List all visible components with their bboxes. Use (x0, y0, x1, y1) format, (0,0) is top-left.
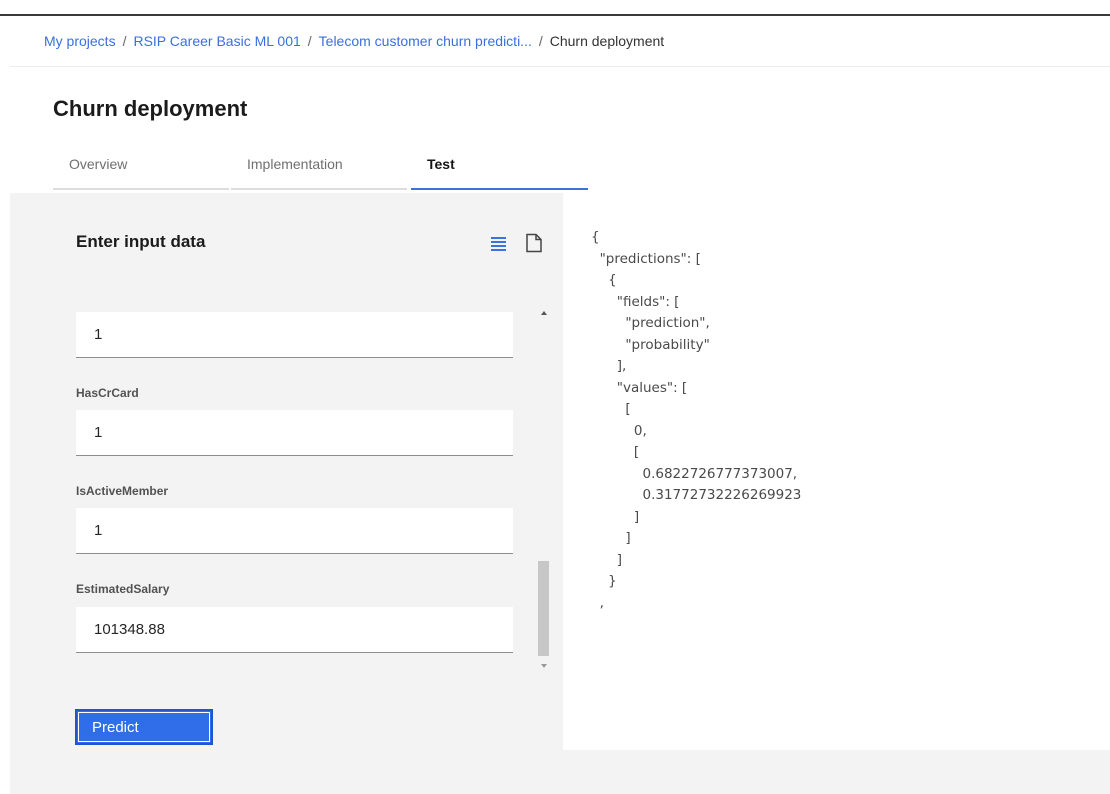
has-cr-card-input[interactable] (76, 410, 513, 456)
input-scrollbar[interactable] (537, 306, 552, 672)
breadcrumb-project[interactable]: RSIP Career Basic ML 001 (133, 33, 300, 49)
is-active-member-label: IsActiveMember (76, 484, 169, 498)
tab-test[interactable]: Test (411, 146, 588, 190)
tab-bar: Overview Implementation Test (53, 146, 588, 190)
header-divider (10, 66, 1110, 67)
breadcrumb-current: Churn deployment (549, 33, 665, 49)
breadcrumb: My projects / RSIP Career Basic ML 001 / Tel… (44, 33, 664, 49)
top-rule (0, 14, 1110, 16)
scroll-thumb[interactable] (538, 561, 549, 656)
prediction-json: { "predictions": [ { "fields": [ "predic… (591, 229, 802, 611)
file-view-icon[interactable] (525, 233, 543, 253)
breadcrumb-separator: / (538, 33, 543, 49)
breadcrumb-separator: / (122, 33, 127, 49)
tab-overview[interactable]: Overview (53, 146, 229, 190)
input-field-value[interactable] (76, 312, 513, 358)
estimated-salary-label: EstimatedSalary (76, 582, 170, 596)
is-active-member-input[interactable] (76, 508, 513, 554)
input-data-heading: Enter input data (76, 232, 206, 251)
scroll-down-arrow-icon[interactable] (541, 664, 547, 668)
page-title: Churn deployment (53, 96, 248, 121)
scroll-up-arrow-icon[interactable] (541, 311, 547, 315)
list-view-icon[interactable] (491, 236, 506, 253)
tab-implementation[interactable]: Implementation (231, 146, 407, 190)
estimated-salary-input[interactable] (76, 607, 513, 653)
breadcrumb-separator: / (307, 33, 312, 49)
prediction-output-panel: { "predictions": [ { "fields": [ "predic… (563, 193, 1110, 750)
breadcrumb-my-projects[interactable]: My projects (44, 33, 116, 49)
has-cr-card-label: HasCrCard (76, 386, 139, 400)
breadcrumb-model[interactable]: Telecom customer churn predicti... (319, 33, 532, 49)
predict-button[interactable]: Predict (75, 709, 213, 745)
